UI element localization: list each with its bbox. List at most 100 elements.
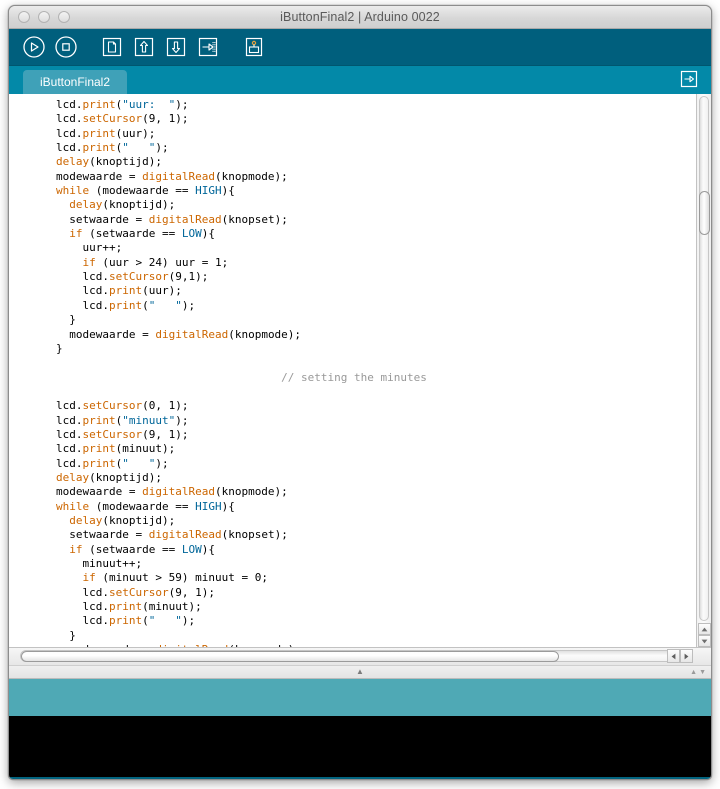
stop-button[interactable] xyxy=(53,34,79,60)
new-file-icon xyxy=(102,37,122,57)
code-token: setCursor xyxy=(109,270,169,284)
splitter-mini-arrows[interactable]: ▲ ▼ xyxy=(690,669,706,676)
code-token: LOW xyxy=(181,542,202,556)
code-token: print xyxy=(82,413,116,427)
tab-menu-arrow-icon xyxy=(680,70,698,88)
title-bar: iButtonFinal2 | Arduino 0022 xyxy=(9,6,711,29)
code-token: // setting the minutes xyxy=(56,370,427,384)
editor-horizontal-scrollbar[interactable] xyxy=(9,647,711,665)
upload-button[interactable] xyxy=(195,34,221,60)
code-line: lcd.print(minuut); xyxy=(56,442,176,456)
scroll-right-button[interactable] xyxy=(680,649,693,663)
code-line: if (uur > 24) uur = 1; xyxy=(82,255,229,269)
code-token: delay xyxy=(56,155,90,169)
scroll-up-button[interactable] xyxy=(698,623,711,635)
code-token: digitalRead xyxy=(148,212,222,226)
splitter-up-icon: ▲ xyxy=(690,668,698,676)
code-token: digitalRead xyxy=(148,528,222,542)
code-token: print xyxy=(82,126,116,140)
save-button[interactable] xyxy=(163,34,189,60)
code-token: print xyxy=(82,442,116,456)
open-button[interactable] xyxy=(131,34,157,60)
code-line: while (modewaarde == HIGH){ xyxy=(56,184,235,198)
code-line: lcd.print("minuut"); xyxy=(56,413,189,427)
arduino-ide-window: iButtonFinal2 | Arduino 0022 iButtonFina… xyxy=(0,0,720,789)
code-token: while xyxy=(56,184,90,198)
tab-label: iButtonFinal2 xyxy=(39,75,111,89)
code-token: " " xyxy=(148,614,182,628)
code-line: delay(knoptijd); xyxy=(69,198,176,212)
editor-console-splitter[interactable]: ▲ ▲ ▼ xyxy=(9,665,711,679)
code-line: lcd.print(minuut); xyxy=(82,600,202,614)
tab-menu-button[interactable] xyxy=(679,69,699,89)
code-token: while xyxy=(56,499,90,513)
code-token: setCursor xyxy=(82,427,143,441)
chevron-left-icon xyxy=(671,653,676,659)
code-line: lcd.setCursor(9, 1); xyxy=(56,427,189,441)
code-token: digitalRead xyxy=(155,327,229,341)
code-line: uur++; xyxy=(82,241,123,255)
code-line: lcd.setCursor(9, 1); xyxy=(56,112,189,126)
code-token: print xyxy=(82,98,116,111)
code-line: lcd.print(uur); xyxy=(56,126,156,140)
scroll-left-button[interactable] xyxy=(667,649,680,663)
upload-right-arrow-icon xyxy=(198,37,218,57)
code-line: } xyxy=(69,313,76,327)
code-line: lcd.setCursor(9,1); xyxy=(82,270,209,284)
editor-vertical-scrollbar[interactable] xyxy=(696,94,711,647)
code-line: delay(knoptijd); xyxy=(69,513,176,527)
tab-ibuttonfinal2[interactable]: iButtonFinal2 xyxy=(23,70,127,94)
code-line: delay(knoptijd); xyxy=(56,470,162,484)
code-token: setCursor xyxy=(82,112,143,126)
code-token: "minuut" xyxy=(122,413,176,427)
code-line: if (setwaarde == LOW){ xyxy=(69,227,215,241)
chevron-up-icon xyxy=(701,627,708,631)
code-line: modewaarde = digitalRead(knopmode); xyxy=(69,327,302,341)
code-token: delay xyxy=(69,513,103,527)
splitter-handle-icon: ▲ xyxy=(356,667,364,676)
code-line: lcd.print(" "); xyxy=(56,141,169,155)
splitter-down-icon: ▼ xyxy=(699,668,706,676)
hscroll-thumb[interactable] xyxy=(21,651,559,662)
code-token: HIGH xyxy=(195,184,222,198)
code-token: print xyxy=(82,456,116,470)
serial-monitor-button[interactable] xyxy=(241,34,267,60)
code-line: setwaarde = digitalRead(knopset); xyxy=(69,212,288,226)
code-token: setCursor xyxy=(82,399,143,413)
new-button[interactable] xyxy=(99,34,125,60)
stop-circle-icon xyxy=(55,36,77,58)
chevron-down-icon xyxy=(701,639,708,643)
verify-button[interactable] xyxy=(21,34,47,60)
vscroll-thumb[interactable] xyxy=(699,191,710,235)
code-token: print xyxy=(82,141,116,155)
code-line: lcd.setCursor(0, 1); xyxy=(56,399,189,413)
code-token: print xyxy=(109,284,143,298)
code-token: digitalRead xyxy=(142,485,215,499)
code-line: // setting the minutes xyxy=(56,371,696,385)
code-token: HIGH xyxy=(195,499,222,513)
code-token: if xyxy=(69,227,83,241)
code-token: if xyxy=(82,571,96,585)
code-editor[interactable]: lcd.print("uur: "); lcd.setCursor(9, 1); l… xyxy=(9,94,696,647)
code-line: minuut++; xyxy=(82,557,143,570)
tab-bar: iButtonFinal2 xyxy=(9,66,711,94)
open-up-arrow-icon xyxy=(134,37,154,57)
code-token: print xyxy=(109,298,143,312)
vscroll-buttons xyxy=(698,623,711,647)
vscroll-trough[interactable] xyxy=(699,96,709,621)
code-token: print xyxy=(109,600,143,614)
message-panel xyxy=(9,679,711,716)
scroll-down-button[interactable] xyxy=(698,635,711,647)
play-circle-icon xyxy=(23,36,45,58)
save-down-arrow-icon xyxy=(166,37,186,57)
window-title: iButtonFinal2 | Arduino 0022 xyxy=(280,10,440,24)
code-text: lcd.print("uur: "); lcd.setCursor(9, 1); l… xyxy=(9,97,696,647)
code-line: if (setwaarde == LOW){ xyxy=(69,542,215,556)
toolbar xyxy=(9,29,711,66)
code-token: if xyxy=(69,542,83,556)
console-output[interactable] xyxy=(9,716,711,777)
code-line: lcd.print("uur: "); xyxy=(56,98,189,111)
code-token: delay xyxy=(56,470,90,484)
code-token: " " xyxy=(122,456,156,470)
